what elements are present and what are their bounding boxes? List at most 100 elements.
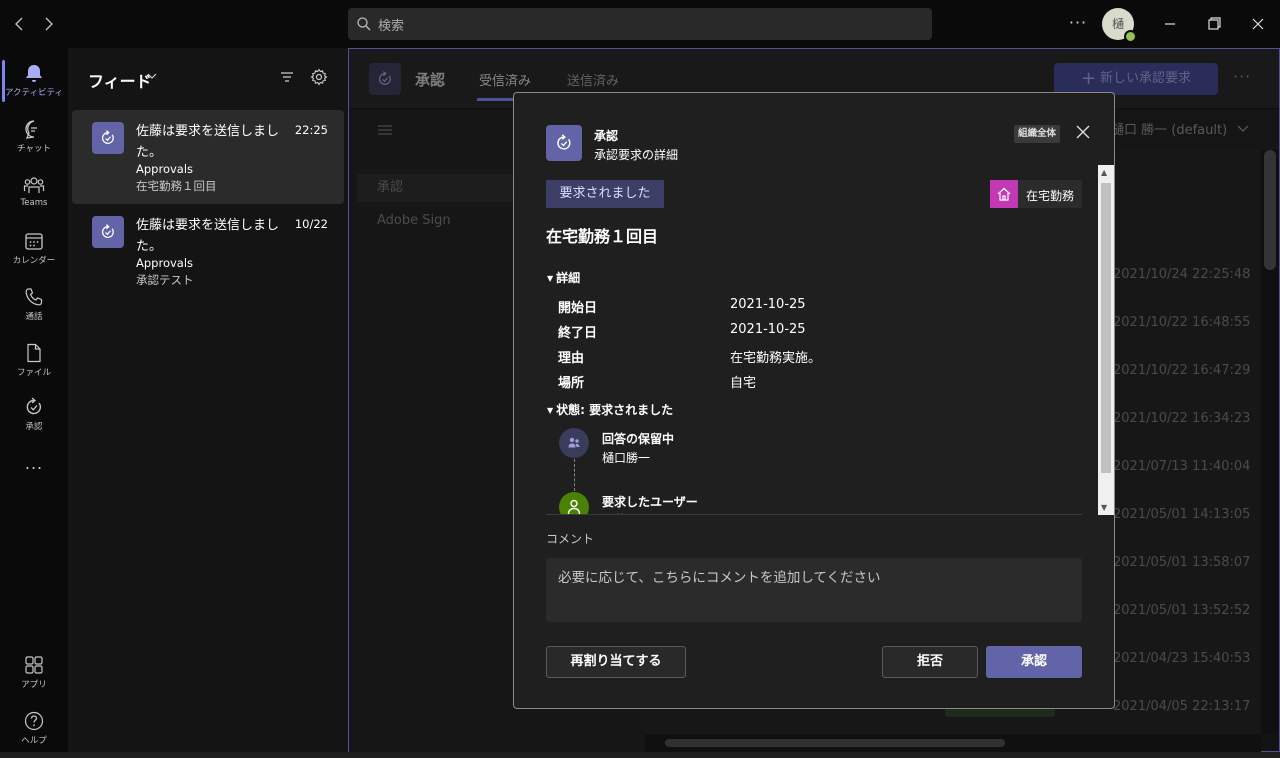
comment-input[interactable]: 必要に応じて、こちらにコメントを追加してください: [546, 558, 1082, 622]
chevron-down-icon[interactable]: [146, 70, 158, 85]
close-icon[interactable]: [1074, 123, 1092, 141]
approvals-icon: [26, 397, 42, 415]
rail-item-calendar[interactable]: カレンダー: [0, 222, 68, 278]
avatar[interactable]: 樋: [1102, 8, 1137, 43]
scroll-down-arrow-icon[interactable]: ▼: [1101, 503, 1107, 512]
teams-icon: [23, 177, 45, 193]
detail-value: 在宅勤務実施。: [730, 351, 822, 366]
chat-icon: [25, 120, 37, 139]
details-section-toggle[interactable]: ▼ 詳細: [547, 269, 580, 286]
approve-button[interactable]: 承認: [986, 646, 1082, 678]
help-icon: [24, 711, 44, 731]
status-badge: 要求されました: [546, 180, 664, 208]
rail-label-approvals: 承認: [25, 422, 43, 432]
avatar-initial: 樋: [1111, 17, 1124, 31]
comment-label: コメント: [546, 532, 595, 546]
detail-key: 終了日: [558, 326, 598, 341]
pending-approver-avatar: [559, 428, 589, 458]
reject-button[interactable]: 拒否: [882, 646, 978, 678]
approvals-app-icon: [92, 216, 124, 248]
feed-item-title: 佐藤は要求を送信しました。: [136, 124, 280, 160]
restore-icon[interactable]: [1202, 12, 1226, 36]
feed-title[interactable]: フィード: [88, 68, 152, 92]
search-icon: [357, 17, 371, 31]
person-icon: [567, 499, 581, 515]
status-section-toggle[interactable]: ▼ 状態: 要求されました: [547, 401, 673, 418]
request-title: 在宅勤務１回目: [546, 227, 659, 246]
rail-label-files: ファイル: [16, 368, 51, 378]
feed-item-time: 22:25: [294, 123, 328, 137]
dialog-title: 承認: [594, 129, 619, 143]
reassign-button[interactable]: 再割り当てする: [546, 646, 686, 678]
org-wide-badge: 組織全体: [1014, 125, 1061, 143]
back-arrow-icon[interactable]: [8, 12, 32, 36]
feed-item-time: 10/22: [294, 217, 328, 231]
search-input[interactable]: 検索: [348, 8, 932, 40]
rail-label-teams: Teams: [20, 198, 48, 208]
caret-down-icon: ▼: [547, 274, 554, 283]
feed-item-subject: 在宅勤務１回目: [136, 179, 217, 193]
details-label: 詳細: [556, 271, 581, 285]
feed-item-title: 佐藤は要求を送信しました。: [136, 218, 280, 254]
rail-item-calls[interactable]: 通話: [0, 278, 68, 334]
filter-icon[interactable]: [279, 69, 295, 85]
rail-item-teams[interactable]: Teams: [0, 166, 68, 222]
detail-key: 場所: [558, 376, 585, 391]
title-bar: 検索 ··· 樋: [0, 0, 1280, 48]
more-options-icon[interactable]: ···: [1066, 12, 1090, 36]
detail-key: 理由: [558, 351, 585, 366]
timeline-name: 樋口勝一: [602, 451, 651, 465]
feed-panel: フィード 佐藤は要求を送信しました。 22:25 Approvals 在宅勤務１…: [68, 48, 348, 752]
rail-item-approvals[interactable]: 承認: [0, 388, 68, 444]
phone-icon: [25, 288, 43, 306]
detail-value: 自宅: [730, 376, 757, 391]
detail-value: 2021-10-25: [730, 297, 806, 312]
forward-arrow-icon[interactable]: [36, 12, 60, 36]
comment-placeholder: 必要に応じて、こちらにコメントを追加してください: [558, 570, 881, 586]
rail-label-activity: アクティビティ: [4, 88, 64, 98]
feed-item-subject: 承認テスト: [136, 273, 194, 287]
search-placeholder: 検索: [378, 19, 405, 34]
rail-label-apps: アプリ: [21, 680, 47, 690]
rail-label-help: ヘルプ: [21, 736, 47, 746]
caret-down-icon: ▼: [547, 406, 554, 415]
rail-item-help[interactable]: ヘルプ: [0, 702, 68, 758]
rail-item-activity[interactable]: アクティビティ: [0, 54, 68, 110]
approval-details-dialog: 承認 承認要求の詳細 組織全体 要求されました 在宅勤務 在宅勤務１回目 ▼ 詳細…: [513, 92, 1115, 709]
detail-value: 2021-10-25: [730, 322, 806, 337]
minimize-icon[interactable]: [1158, 12, 1182, 36]
close-window-icon[interactable]: [1246, 12, 1270, 36]
approvals-app-icon: [92, 122, 124, 154]
home-icon: [990, 180, 1018, 208]
feed-item[interactable]: 佐藤は要求を送信しました。 10/22 Approvals 承認テスト: [72, 204, 344, 298]
requester-avatar: [559, 492, 589, 515]
rail-label-chat: チャット: [17, 144, 51, 154]
rail-more-apps[interactable]: ...: [0, 452, 68, 482]
dialog-scrollbar[interactable]: ▲ ▼: [1098, 165, 1114, 515]
dialog-scroll-content[interactable]: 承認 承認要求の詳細 組織全体 要求されました 在宅勤務 在宅勤務１回目 ▼ 詳細…: [514, 93, 1098, 515]
rail-item-chat[interactable]: チャット: [0, 110, 68, 166]
presence-status-icon: [1124, 30, 1137, 43]
apps-icon: [25, 656, 43, 674]
feed-item-app: Approvals: [136, 256, 194, 270]
rail-item-apps[interactable]: アプリ: [0, 646, 68, 702]
app-rail: アクティビティ チャット Teams カレンダー 通話 ファイル 承認 ... …: [0, 48, 68, 752]
timeline-title: 要求したユーザー: [602, 495, 698, 509]
more-apps-icon: ...: [24, 454, 44, 473]
timeline-title: 回答の保留中: [602, 432, 675, 446]
feed-item-app: Approvals: [136, 162, 194, 176]
rail-label-calls: 通話: [25, 312, 43, 322]
calendar-icon: [25, 233, 43, 250]
dialog-subtitle: 承認要求の詳細: [594, 148, 679, 162]
feed-item[interactable]: 佐藤は要求を送信しました。 22:25 Approvals 在宅勤務１回目: [72, 110, 344, 204]
template-name: 在宅勤務: [1026, 189, 1075, 203]
detail-key: 開始日: [558, 301, 598, 316]
scroll-up-arrow-icon[interactable]: ▲: [1101, 168, 1107, 177]
timeline-connector: [574, 459, 575, 491]
rail-item-files[interactable]: ファイル: [0, 334, 68, 390]
bell-icon: [26, 65, 42, 82]
people-icon: [568, 437, 580, 448]
file-icon: [27, 343, 41, 363]
gear-icon[interactable]: [310, 68, 328, 86]
scrollbar-thumb[interactable]: [1101, 183, 1111, 473]
